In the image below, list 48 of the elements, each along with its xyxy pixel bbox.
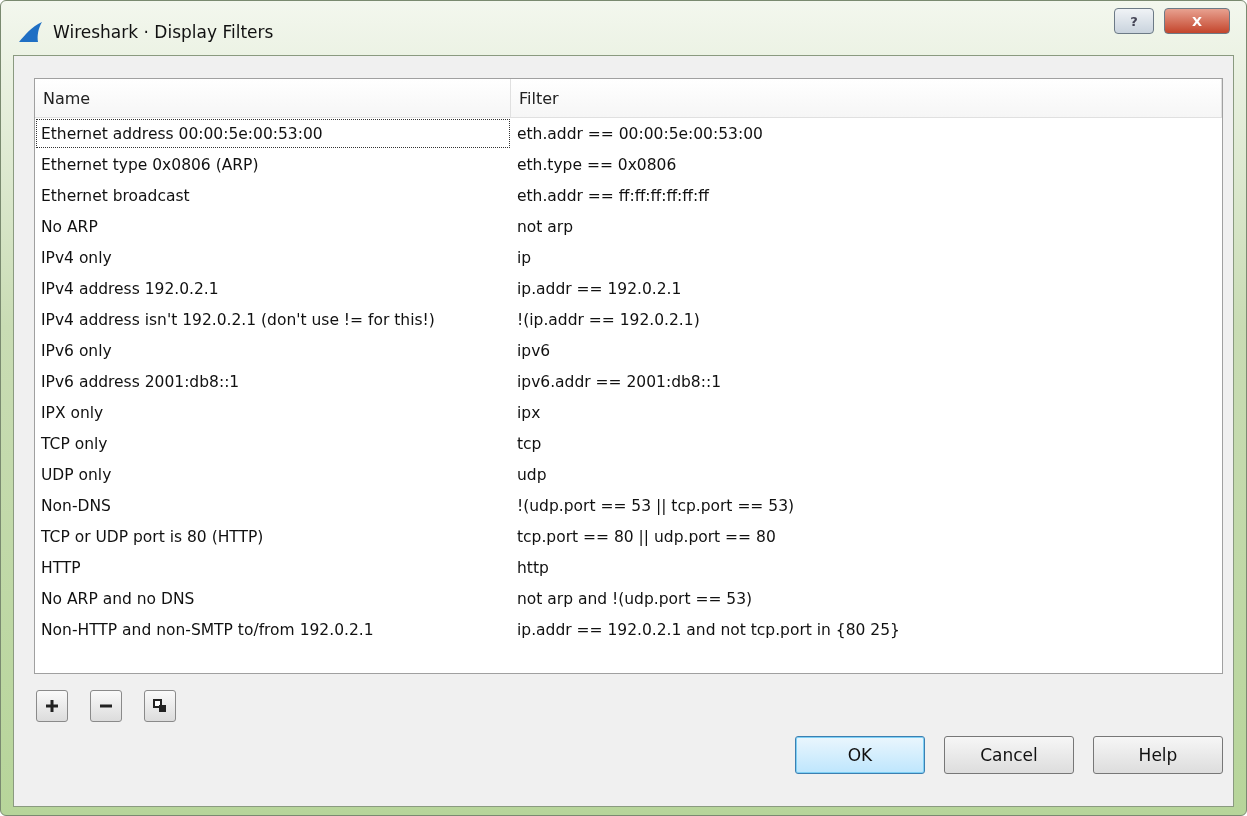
fin-icon bbox=[17, 21, 43, 43]
table-cell[interactable]: No ARP and no DNS bbox=[35, 583, 511, 614]
table-cell[interactable]: ip bbox=[511, 242, 1222, 273]
copy-button[interactable] bbox=[144, 690, 176, 722]
dialog-button[interactable]: Help bbox=[1093, 736, 1223, 774]
column-header[interactable]: Filter bbox=[511, 79, 1222, 117]
table-cell[interactable]: eth.addr == ff:ff:ff:ff:ff:ff bbox=[511, 180, 1222, 211]
column-header[interactable]: Name bbox=[35, 79, 511, 117]
table-cell[interactable]: UDP only bbox=[35, 459, 511, 490]
table-cell[interactable]: Non-DNS bbox=[35, 490, 511, 521]
minus-icon bbox=[99, 704, 113, 708]
table-cell[interactable]: IPX only bbox=[35, 397, 511, 428]
table-cell[interactable]: not arp and !(udp.port == 53) bbox=[511, 583, 1222, 614]
window-title: Wireshark · Display Filters bbox=[53, 22, 275, 42]
dialog-button[interactable]: Cancel bbox=[944, 736, 1074, 774]
table-cell[interactable]: tcp.port == 80 || udp.port == 80 bbox=[511, 521, 1222, 552]
table-cell[interactable]: ip.addr == 192.0.2.1 bbox=[511, 273, 1222, 304]
table-cell[interactable]: tcp bbox=[511, 428, 1222, 459]
table-cell[interactable]: not arp bbox=[511, 211, 1222, 242]
table-cell[interactable]: udp bbox=[511, 459, 1222, 490]
table-cell[interactable]: http bbox=[511, 552, 1222, 583]
table-cell[interactable]: HTTP bbox=[35, 552, 511, 583]
table-cell[interactable]: ipv6.addr == 2001:db8::1 bbox=[511, 366, 1222, 397]
add-button[interactable] bbox=[36, 690, 68, 722]
table-cell[interactable]: ip.addr == 192.0.2.1 and not tcp.port in {80 25} bbox=[511, 614, 1222, 645]
table-cell[interactable]: Ethernet broadcast bbox=[35, 180, 511, 211]
help-button[interactable]: ? bbox=[1114, 8, 1154, 34]
table-cell[interactable]: IPv6 only bbox=[35, 335, 511, 366]
table-cell[interactable]: TCP or UDP port is 80 (HTTP) bbox=[35, 521, 511, 552]
table-cell[interactable]: eth.type == 0x0806 bbox=[511, 149, 1222, 180]
table-cell[interactable]: ipv6 bbox=[511, 335, 1222, 366]
table-cell[interactable]: IPv4 only bbox=[35, 242, 511, 273]
table-cell[interactable]: IPv6 address 2001:db8::1 bbox=[35, 366, 511, 397]
dialog-button[interactable]: OK bbox=[795, 736, 925, 774]
table-cell[interactable]: !(ip.addr == 192.0.2.1) bbox=[511, 304, 1222, 335]
remove-button[interactable] bbox=[90, 690, 122, 722]
table-cell[interactable]: !(udp.port == 53 || tcp.port == 53) bbox=[511, 490, 1222, 521]
plus-icon bbox=[45, 699, 59, 713]
copy-icon bbox=[153, 699, 167, 713]
table-cell[interactable]: ipx bbox=[511, 397, 1222, 428]
table-cell[interactable]: IPv4 address isn't 192.0.2.1 (don't use != for this!) bbox=[35, 304, 511, 335]
table-cell[interactable]: IPv4 address 192.0.2.1 bbox=[35, 273, 511, 304]
table-cell[interactable]: eth.addr == 00:00:5e:00:53:00 bbox=[511, 118, 1222, 149]
table-cell[interactable]: Non-HTTP and non-SMTP to/from 192.0.2.1 bbox=[35, 614, 511, 645]
table-cell[interactable]: Ethernet address 00:00:5e:00:53:00 bbox=[35, 118, 511, 149]
table-cell[interactable]: TCP only bbox=[35, 428, 511, 459]
table-cell[interactable]: No ARP bbox=[35, 211, 511, 242]
table-cell[interactable]: Ethernet type 0x0806 (ARP) bbox=[35, 149, 511, 180]
